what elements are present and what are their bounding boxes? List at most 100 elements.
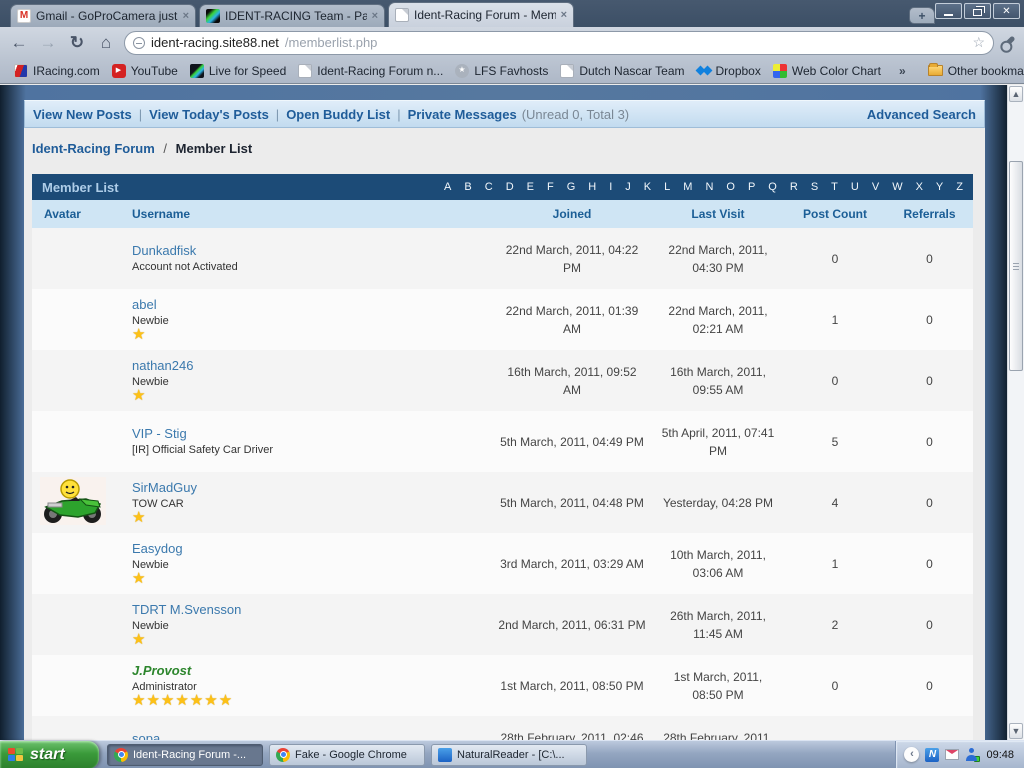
taskbar-buttons: Ident-Racing Forum -... Fake - Google Ch… bbox=[107, 743, 587, 766]
username-link[interactable]: SirMadGuy bbox=[132, 480, 197, 495]
restore-button[interactable] bbox=[964, 3, 991, 19]
browser-tab[interactable]: Gmail - GoProCamera just u... × bbox=[10, 4, 196, 27]
alphabet-letter-link[interactable]: K bbox=[644, 181, 651, 193]
alphabet-letter-link[interactable]: Y bbox=[936, 181, 943, 193]
alphabet-letter-link[interactable]: A bbox=[444, 181, 451, 193]
bookmark-label: Dropbox bbox=[715, 63, 761, 78]
user-title: Account not Activated bbox=[132, 261, 238, 273]
bookmark-star-icon[interactable]: ☆ bbox=[972, 34, 985, 51]
naturalreader-tray-icon[interactable]: N bbox=[925, 747, 940, 762]
alphabet-letter-link[interactable]: T bbox=[831, 181, 838, 193]
mail-tray-icon[interactable] bbox=[945, 749, 960, 760]
nav-separator: | bbox=[397, 106, 401, 122]
alphabet-letter-link[interactable]: Z bbox=[956, 181, 963, 193]
browser-tab[interactable]: Ident-Racing Forum - Mem... × bbox=[388, 2, 574, 27]
post-count-cell: 4 bbox=[831, 495, 839, 510]
breadcrumb-forum-link[interactable]: Ident-Racing Forum bbox=[32, 141, 155, 156]
bookmark-item[interactable]: Web Color Chart bbox=[767, 62, 887, 80]
user-title: Newbie bbox=[132, 376, 169, 388]
online-status-dot bbox=[974, 756, 981, 762]
messenger-tray-icon[interactable] bbox=[965, 748, 981, 762]
username-link[interactable]: nathan246 bbox=[132, 358, 193, 373]
tab-favicon bbox=[395, 8, 409, 22]
alphabet-letter-link[interactable]: P bbox=[748, 181, 755, 193]
reload-button[interactable]: ↻ bbox=[66, 33, 88, 53]
alphabet-letter-link[interactable]: I bbox=[609, 181, 612, 193]
forum-nav-link[interactable]: Open Buddy List bbox=[286, 107, 390, 122]
alphabet-letter-link[interactable]: J bbox=[625, 181, 631, 193]
user-title: Newbie bbox=[132, 620, 169, 632]
alphabet-letter-link[interactable]: C bbox=[485, 181, 493, 193]
bookmarks-bar: IRacing.com YouTube Live for Speed Ident… bbox=[0, 58, 1024, 84]
alphabet-letter-link[interactable]: O bbox=[726, 181, 735, 193]
back-button[interactable]: ← bbox=[8, 33, 30, 53]
bookmark-item[interactable]: IRacing.com bbox=[8, 62, 106, 80]
joined-cell: 5th March, 2011, 04:48 PM bbox=[500, 495, 644, 510]
bookmark-favicon bbox=[111, 63, 126, 78]
alphabet-letter-link[interactable]: V bbox=[872, 181, 879, 193]
forum-nav-link[interactable]: View New Posts bbox=[33, 107, 132, 122]
forum-nav-item: | Open Buddy List bbox=[269, 107, 390, 122]
bookmark-item[interactable]: Live for Speed bbox=[184, 62, 292, 80]
page-scrollbar[interactable]: ▲ ▼ bbox=[1007, 85, 1024, 740]
scrollbar-thumb[interactable] bbox=[1009, 161, 1023, 371]
alphabet-letter-link[interactable]: U bbox=[851, 181, 859, 193]
username-link[interactable]: sopa bbox=[132, 731, 160, 740]
bookmark-item[interactable]: Ident-Racing Forum n... bbox=[292, 62, 449, 80]
other-bookmarks-button[interactable]: Other bookmarks bbox=[922, 62, 1024, 80]
tab-close-icon[interactable]: × bbox=[561, 9, 567, 21]
alphabet-letter-link[interactable]: B bbox=[464, 181, 471, 193]
bookmark-item[interactable]: YouTube bbox=[106, 62, 184, 80]
alphabet-letter-link[interactable]: D bbox=[506, 181, 514, 193]
scroll-up-arrow[interactable]: ▲ bbox=[1009, 86, 1023, 102]
address-bar[interactable]: ident-racing.site88.net /memberlist.php … bbox=[124, 30, 994, 55]
alphabet-letter-link[interactable]: R bbox=[790, 181, 798, 193]
alphabet-letter-link[interactable]: L bbox=[664, 181, 670, 193]
home-button[interactable]: ⌂ bbox=[95, 33, 117, 53]
alphabet-letter-link[interactable]: F bbox=[547, 181, 554, 193]
taskbar-window-button[interactable]: Fake - Google Chrome bbox=[269, 743, 425, 766]
alphabet-letter-link[interactable]: H bbox=[588, 181, 596, 193]
username-link[interactable]: VIP - Stig bbox=[132, 426, 187, 441]
alphabet-letter-link[interactable]: X bbox=[916, 181, 923, 193]
alphabet-letter-link[interactable]: S bbox=[811, 181, 818, 193]
new-tab-button[interactable]: + bbox=[909, 7, 935, 24]
alphabet-letter-link[interactable]: Q bbox=[768, 181, 777, 193]
hide-tray-icons-button[interactable]: ‹ bbox=[904, 747, 920, 762]
close-button[interactable]: ✕ bbox=[993, 3, 1020, 19]
alphabet-letter-link[interactable]: N bbox=[705, 181, 713, 193]
wrench-menu-icon[interactable] bbox=[1001, 35, 1016, 50]
scroll-down-arrow[interactable]: ▼ bbox=[1009, 723, 1023, 739]
advanced-search-link[interactable]: Advanced Search bbox=[867, 107, 976, 122]
bookmark-item[interactable]: Dropbox bbox=[691, 62, 767, 80]
bookmark-favicon bbox=[455, 63, 470, 78]
tab-close-icon[interactable]: × bbox=[372, 10, 378, 22]
forum-nav-link[interactable]: Private Messages bbox=[408, 107, 517, 122]
forward-button[interactable]: → bbox=[37, 33, 59, 53]
username-link[interactable]: Dunkadfisk bbox=[132, 243, 196, 258]
forum-nav-link[interactable]: View Today's Posts bbox=[149, 107, 269, 122]
username-link[interactable]: J.Provost bbox=[132, 663, 191, 678]
username-link[interactable]: abel bbox=[132, 297, 157, 312]
start-button[interactable]: start bbox=[0, 740, 99, 768]
alphabet-letter-link[interactable]: E bbox=[527, 181, 534, 193]
minimize-button[interactable] bbox=[935, 3, 962, 19]
bookmark-favicon bbox=[189, 63, 204, 78]
username-link[interactable]: Easydog bbox=[132, 541, 183, 556]
bookmark-item[interactable]: Dutch Nascar Team bbox=[554, 62, 690, 80]
forum-nav-item: View New Posts bbox=[33, 107, 132, 122]
tab-close-icon[interactable]: × bbox=[183, 10, 189, 22]
browser-tab[interactable]: IDENT-RACING Team - Pag... × bbox=[199, 4, 385, 27]
taskbar-window-button[interactable]: Ident-Racing Forum -... bbox=[107, 743, 263, 766]
alphabet-letter-link[interactable]: G bbox=[567, 181, 576, 193]
taskbar-button-label: Ident-Racing Forum -... bbox=[133, 748, 247, 761]
col-post-count: Post Count bbox=[803, 207, 867, 221]
alphabet-letter-link[interactable]: W bbox=[892, 181, 902, 193]
window-controls: ✕ bbox=[935, 0, 1024, 19]
taskbar-window-button[interactable]: NaturalReader - [C:\... bbox=[431, 743, 587, 766]
username-link[interactable]: TDRT M.Svensson bbox=[132, 602, 241, 617]
referrals-cell: 0 bbox=[926, 678, 933, 693]
bookmarks-overflow-chevron[interactable]: » bbox=[891, 64, 914, 78]
alphabet-letter-link[interactable]: M bbox=[683, 181, 692, 193]
bookmark-item[interactable]: LFS Favhosts bbox=[449, 62, 554, 80]
